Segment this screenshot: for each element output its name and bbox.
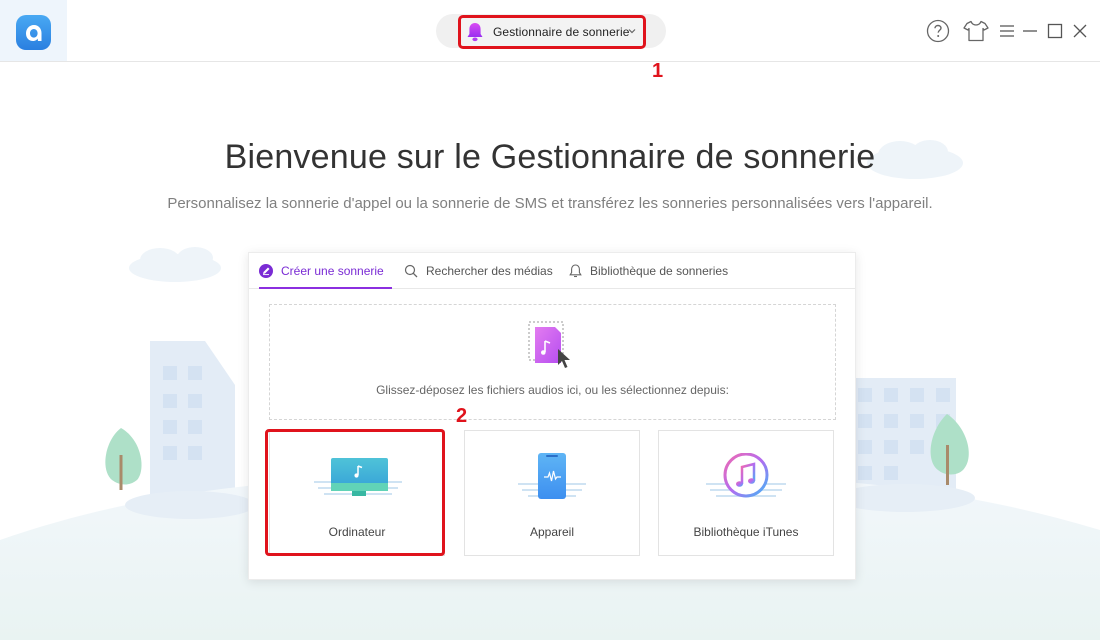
close-icon[interactable] — [1071, 20, 1089, 42]
bell-icon — [467, 23, 483, 42]
itunes-icon — [706, 453, 786, 498]
phone-icon — [518, 453, 586, 499]
source-device[interactable]: Appareil — [464, 430, 640, 556]
logo-area — [0, 0, 67, 61]
skin-icon[interactable] — [963, 20, 989, 42]
bell-icon — [569, 263, 582, 277]
annotation-2: 2 — [456, 405, 468, 427]
drop-zone[interactable]: Glissez-déposez les fichiers audios ici,… — [269, 304, 836, 420]
module-label: Gestionnaire de sonnerie — [493, 25, 630, 39]
chevron-down-icon — [628, 29, 636, 34]
tab-create-ringtone[interactable]: Créer une sonnerie — [259, 253, 392, 289]
tab-bar: Créer une sonnerie Rechercher des médias… — [249, 253, 855, 289]
edit-icon — [259, 263, 273, 278]
tab-label: Créer une sonnerie — [281, 263, 384, 278]
tab-label: Rechercher des médias — [426, 263, 553, 278]
tab-search-media[interactable]: Rechercher des médias — [404, 253, 554, 288]
page-subtitle: Personnalisez la sonnerie d'appel ou la … — [167, 195, 933, 212]
tab-label: Bibliothèque de sonneries — [590, 263, 729, 278]
annotation-1: 1 — [652, 60, 664, 82]
menu-icon[interactable] — [998, 20, 1016, 42]
source-itunes-library[interactable]: Bibliothèque iTunes — [658, 430, 834, 556]
maximize-icon[interactable] — [1046, 20, 1064, 42]
tab-ringtone-library[interactable]: Bibliothèque de sonneries — [569, 253, 744, 288]
annotation-highlight-2 — [265, 429, 445, 556]
drop-instructions: Glissez-déposez les fichiers audios ici,… — [376, 383, 729, 397]
source-label: Bibliothèque iTunes — [693, 525, 799, 539]
title-bar: Gestionnaire de sonnerie — [0, 0, 1100, 62]
source-label: Appareil — [529, 525, 575, 539]
module-selector[interactable]: Gestionnaire de sonnerie — [436, 14, 666, 49]
drag-drop-audio-icon — [528, 321, 570, 368]
help-icon[interactable] — [926, 19, 950, 43]
search-icon — [404, 264, 418, 277]
app-logo-icon[interactable] — [16, 15, 51, 50]
page-title: Bienvenue sur le Gestionnaire de sonneri… — [224, 138, 876, 176]
minimize-icon[interactable] — [1021, 20, 1039, 42]
module-dropdown[interactable]: Gestionnaire de sonnerie — [458, 15, 646, 49]
